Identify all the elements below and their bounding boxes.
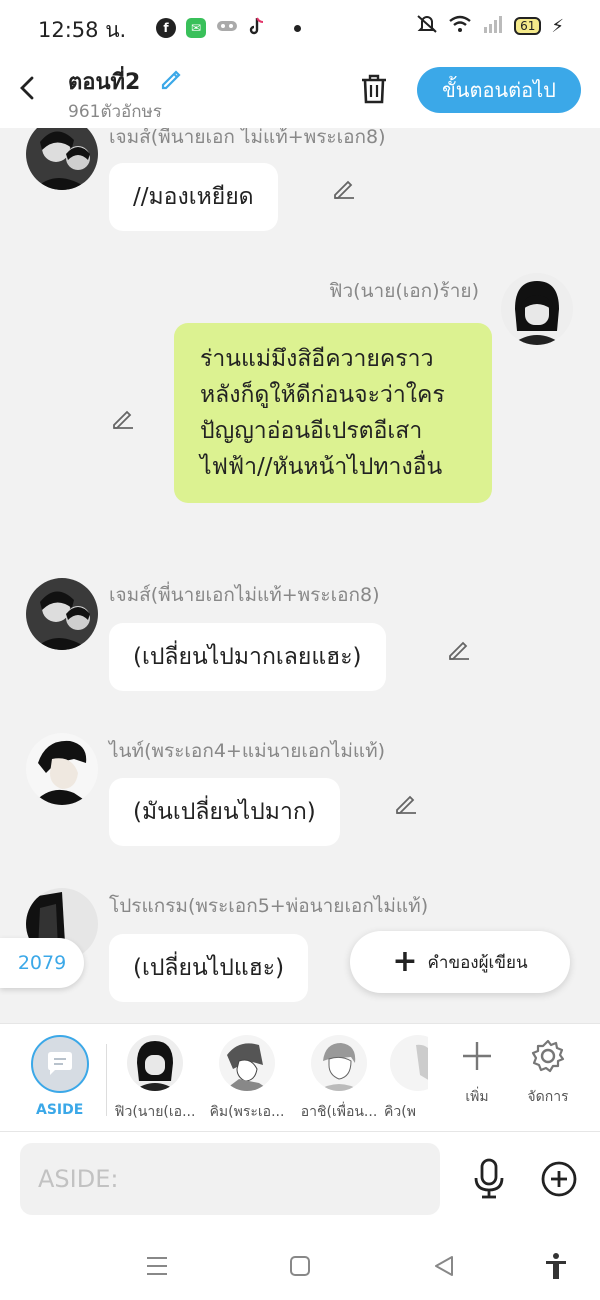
avatar [127, 1035, 183, 1091]
chevron-left-icon [20, 76, 34, 100]
pencil-icon [334, 180, 354, 199]
home-nav-button[interactable] [286, 1252, 314, 1280]
avatar [390, 1035, 428, 1091]
trash-icon [362, 74, 386, 104]
accessibility-icon [546, 1253, 566, 1279]
line-app-icon: ✉ [186, 18, 206, 38]
message-bubble[interactable]: //มองเหยียด [109, 163, 278, 231]
edit-message-button[interactable] [331, 175, 357, 201]
back-button[interactable] [14, 70, 44, 106]
character-chip[interactable]: คิม(พระเอ... [200, 1035, 294, 1123]
menu-icon [147, 1257, 167, 1275]
plus-icon [463, 1042, 491, 1070]
aside-label: ASIDE [36, 1102, 84, 1118]
editor-header: ตอนที่2 961ตัวอักษร ขั้นตอนต่อไป [0, 52, 600, 128]
manage-label: จัดการ [527, 1089, 569, 1105]
speaker-name: ฟิว(นาย(เอก)ร้าย) [329, 280, 479, 302]
notification-icons: f ✉ [156, 16, 301, 40]
character-label: อาชิ(เพื่อน... [300, 1104, 378, 1120]
app-screen: 12:58 น. f ✉ 61 ⚡ ตอนที่2 961ตัวอักษร ขั… [0, 0, 600, 1300]
avatar-few[interactable] [501, 273, 573, 345]
delete-button[interactable] [358, 72, 390, 106]
accessibility-nav-button[interactable] [542, 1252, 570, 1280]
writer-note-label: คำของผู้เขียน [427, 952, 528, 973]
plus-circle-icon [541, 1161, 577, 1197]
speaker-name: เจมส์(พี่นายเอกไม่แท้+พระเอก8) [109, 584, 380, 606]
episode-title: ตอนที่2 [68, 70, 141, 95]
character-chip[interactable]: ฟิว(นาย(เอ... [108, 1035, 202, 1123]
message-bubble[interactable]: (มันเปลี่ยนไปมาก) [109, 778, 340, 846]
pencil-icon [449, 641, 469, 660]
character-label: ฟิว(นาย(เอ... [114, 1104, 196, 1120]
message-bubble[interactable]: (เปลี่ยนไปแฮะ) [109, 934, 309, 1002]
dot-icon [294, 24, 301, 32]
menu-nav-button[interactable] [143, 1252, 171, 1280]
avatar-james[interactable] [26, 578, 98, 650]
status-indicators: 61 ⚡ [416, 14, 564, 38]
manage-characters-button[interactable]: จัดการ [518, 1038, 578, 1108]
divider [106, 1044, 107, 1116]
composer [0, 1132, 600, 1232]
back-triangle-icon [435, 1256, 453, 1276]
pencil-icon [396, 795, 416, 814]
character-label: คิว(พ [384, 1104, 416, 1120]
tiktok-icon [248, 16, 266, 40]
character-chip[interactable]: คิว(พ [384, 1035, 428, 1123]
message-counter[interactable]: 2079 [0, 938, 84, 988]
message-bubble[interactable]: (เปลี่ยนไปมากเลยแฮะ) [109, 623, 386, 691]
message-bubble-own[interactable]: ร่านแม่มึงสิอีควายคราวหลังก็ดูให้ดีก่อนจ… [174, 323, 492, 503]
game-icon [216, 18, 238, 38]
aside-button[interactable] [31, 1035, 89, 1093]
speaker-name: เจมส์(พี่นายเอก ไม่แท้+พระเอก8) [109, 128, 386, 148]
chat-bubble-icon [48, 1052, 72, 1075]
charging-icon: ⚡ [551, 15, 564, 37]
voice-input-button[interactable] [470, 1158, 508, 1200]
aside-input[interactable] [20, 1143, 440, 1215]
add-character-button[interactable]: เพิ่ม [447, 1038, 507, 1108]
mute-icon [416, 14, 438, 38]
plus-icon: + [392, 944, 418, 979]
add-content-button[interactable] [540, 1160, 578, 1198]
gear-icon [531, 1039, 565, 1073]
system-nav-bar [0, 1232, 600, 1300]
character-chip[interactable]: อาชิ(เพื่อน... [292, 1035, 386, 1123]
chat-area[interactable]: เจมส์(พี่นายเอก ไม่แท้+พระเอก8) //มองเหย… [0, 128, 600, 1023]
edit-message-button[interactable] [393, 790, 419, 816]
back-nav-button[interactable] [430, 1252, 458, 1280]
add-label: เพิ่ม [465, 1089, 489, 1105]
avatar [311, 1035, 367, 1091]
character-count: 961ตัวอักษร [68, 102, 162, 122]
next-step-button[interactable]: ขั้นตอนต่อไป [417, 67, 581, 113]
speaker-name: โปรแกรม(พระเอก5+พ่อนายเอกไม่แท้) [109, 895, 429, 917]
facebook-icon: f [156, 18, 176, 38]
avatar-james[interactable] [26, 128, 98, 190]
speaker-name: ไนท์(พระเอก4+แม่นายเอกไม่แท้) [109, 740, 386, 762]
edit-title-button[interactable] [158, 64, 186, 92]
edit-message-button[interactable] [110, 405, 136, 431]
microphone-icon [474, 1158, 504, 1199]
avatar [219, 1035, 275, 1091]
wifi-icon [448, 15, 472, 37]
edit-message-button[interactable] [446, 636, 472, 662]
pencil-icon [113, 410, 133, 429]
writer-note-button[interactable]: + คำของผู้เขียน [350, 931, 570, 993]
status-time: 12:58 น. [38, 18, 127, 42]
character-label: คิม(พระเอ... [209, 1104, 285, 1120]
character-bar: ASIDE ฟิว(นาย(เอ... คิม(พระเอ... อาชิ(เพ… [0, 1023, 600, 1132]
status-bar: 12:58 น. f ✉ 61 ⚡ [0, 0, 600, 52]
battery-indicator: 61 [514, 17, 542, 35]
home-square-icon [290, 1256, 310, 1276]
avatar-knight[interactable] [26, 733, 98, 805]
pencil-icon [161, 70, 181, 90]
signal-icon [482, 15, 504, 37]
